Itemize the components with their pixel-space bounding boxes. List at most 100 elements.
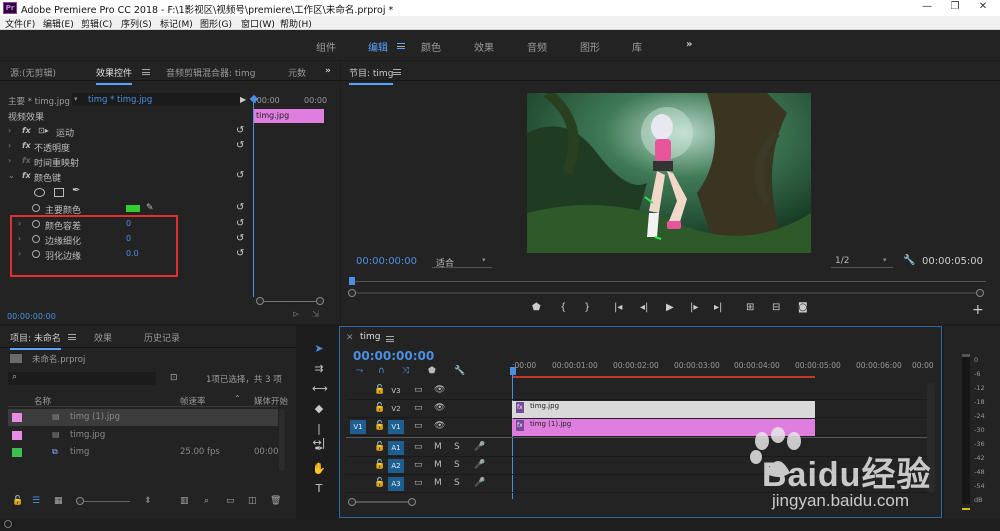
key-color-swatch[interactable] — [126, 205, 140, 212]
zoom-slider-handle-icon[interactable] — [76, 497, 84, 505]
clip-fx-badge-icon[interactable]: fx — [516, 402, 524, 413]
minimize-icon[interactable]: — — [916, 1, 938, 14]
track-name[interactable]: V2 — [388, 402, 404, 416]
stopwatch-icon[interactable] — [32, 204, 40, 212]
track-lock-icon[interactable]: 🔓 — [374, 385, 385, 395]
reset-icon[interactable]: ↺ — [236, 125, 244, 136]
menu-edit[interactable]: 编辑(E) — [43, 17, 74, 30]
collapse-chevron-icon[interactable]: ⌄ — [8, 171, 15, 180]
wrench-icon[interactable]: 🔧 — [903, 255, 915, 266]
extract-icon[interactable]: ⊟ — [772, 302, 780, 313]
track-name[interactable]: A1 — [388, 441, 404, 455]
workspace-effects[interactable]: 效果 — [474, 39, 494, 54]
source-patch[interactable]: V1 — [350, 420, 366, 434]
filter-icon[interactable]: ⊳ — [292, 310, 300, 320]
close-tab-icon[interactable]: ✕ — [346, 333, 354, 343]
scroll-end-handle-icon[interactable] — [316, 297, 324, 305]
effect-motion-row[interactable]: › fx ⊡▸ 运动 ↺ — [0, 124, 250, 139]
project-item[interactable]: ▤ timg (1).jpg — [8, 409, 278, 426]
project-item[interactable]: ▤ timg.jpg — [8, 427, 278, 444]
lock-icon[interactable]: 🔓 — [12, 496, 23, 506]
workspace-overflow-icon[interactable]: » — [686, 39, 692, 50]
sync-lock-icon[interactable]: ▭ — [414, 421, 423, 431]
mute-icon[interactable]: M — [434, 460, 442, 470]
snap-icon[interactable]: ∩ — [378, 366, 385, 376]
find-icon[interactable]: ⌕ — [204, 496, 209, 506]
workspace-color[interactable]: 颜色 — [421, 39, 441, 54]
add-marker-icon[interactable]: ⬟ — [532, 302, 541, 313]
menu-help[interactable]: 帮助(H) — [280, 17, 312, 30]
menu-markers[interactable]: 标记(M) — [160, 17, 193, 30]
razor-tool-icon[interactable]: ◆ — [312, 402, 326, 416]
menu-graphics[interactable]: 图形(G) — [200, 17, 232, 30]
camera-icon[interactable]: ◙ — [798, 302, 808, 313]
program-playhead-icon[interactable] — [349, 277, 355, 285]
track-lock-icon[interactable]: 🔓 — [374, 478, 385, 488]
tab-audio-clip-mixer[interactable]: 音频剪辑混合器: timg — [166, 66, 255, 79]
ellipse-mask-icon[interactable] — [34, 188, 45, 197]
track-name[interactable]: V1 — [388, 420, 404, 434]
ec-scroll[interactable] — [256, 297, 324, 305]
project-scrollbar[interactable] — [279, 409, 285, 471]
timeline-playhead-handle-icon[interactable] — [510, 367, 516, 375]
nest-icon[interactable]: ⤳ — [356, 366, 363, 376]
project-item[interactable]: ⧉ timg 25.00 fps 00:00: — [8, 444, 281, 461]
voiceover-mic-icon[interactable]: 🎤 — [474, 442, 485, 452]
tabs-overflow-icon[interactable]: » — [325, 66, 331, 76]
track-lock-icon[interactable]: 🔓 — [374, 403, 385, 413]
rectangle-mask-icon[interactable] — [54, 188, 64, 197]
reset-icon[interactable]: ↺ — [236, 218, 244, 229]
play-icon[interactable]: ▶ — [666, 302, 674, 313]
track-lock-icon[interactable]: 🔓 — [374, 421, 385, 431]
maximize-icon[interactable]: ❐ — [944, 1, 966, 14]
selection-tool-icon[interactable]: ➤ — [312, 342, 326, 356]
tab-effect-controls[interactable]: 效果控件 — [96, 66, 133, 85]
automate-icon[interactable]: ▥ — [180, 496, 189, 506]
pen-mask-icon[interactable]: ✒ — [72, 185, 80, 196]
track-lock-icon[interactable]: 🔓 — [374, 460, 385, 470]
sync-lock-icon[interactable]: ▭ — [414, 385, 423, 395]
sync-lock-icon[interactable]: ▭ — [414, 403, 423, 413]
tab-metadata[interactable]: 元数 — [288, 66, 306, 79]
menu-file[interactable]: 文件(F) — [5, 17, 35, 30]
fx-icon[interactable]: fx — [22, 141, 31, 150]
zoom-slider[interactable] — [76, 501, 130, 502]
panel-menu-icon[interactable] — [386, 336, 394, 342]
sort-icon[interactable]: ⬍ — [144, 496, 152, 506]
step-back-icon[interactable]: ◂| — [640, 302, 648, 313]
workspace-menu-icon[interactable] — [397, 43, 405, 49]
trash-icon[interactable]: 🗑 — [270, 496, 281, 506]
pen-tool-icon[interactable]: ✒ — [312, 442, 326, 456]
fx-icon[interactable]: fx — [22, 126, 31, 135]
menu-clip[interactable]: 剪辑(C) — [81, 17, 112, 30]
track-row[interactable]: 🔓 V3 ▭ 👁 — [346, 383, 932, 400]
expand-chevron-icon[interactable]: › — [8, 156, 11, 165]
timeline-timecode[interactable]: 00:00:00:00 — [353, 349, 434, 363]
clip-fx-badge-icon[interactable]: fx — [516, 420, 524, 431]
voiceover-mic-icon[interactable]: 🎤 — [474, 478, 485, 488]
toggle-output-eye-icon[interactable]: 👁 — [434, 403, 445, 413]
step-forward-icon[interactable]: |▸ — [690, 302, 698, 313]
workspace-audio[interactable]: 音频 — [527, 39, 547, 54]
program-scrubber[interactable] — [350, 281, 986, 285]
new-bin-icon[interactable]: ▭ — [226, 496, 235, 506]
program-video-frame[interactable] — [527, 93, 811, 253]
program-zoom-scroll[interactable] — [348, 289, 988, 297]
work-area-bar[interactable] — [512, 376, 815, 378]
scroll-end-handle-icon[interactable] — [408, 498, 416, 506]
mark-in-icon[interactable]: { — [560, 302, 566, 313]
solo-icon[interactable]: S — [454, 460, 460, 470]
reset-icon[interactable]: ↺ — [236, 233, 244, 244]
program-monitor-title[interactable]: 节目: timg — [349, 66, 394, 85]
ec-timecode[interactable]: 00:00:00:00 — [7, 312, 56, 321]
new-bin-from-search-icon[interactable]: ⊡ — [170, 373, 178, 383]
menu-window[interactable]: 窗口(W) — [241, 17, 275, 30]
expand-chevron-icon[interactable]: › — [8, 126, 11, 135]
key-color-row[interactable]: 主要颜色 ✎ ↺ — [0, 201, 250, 216]
mute-icon[interactable]: M — [434, 478, 442, 488]
track-name[interactable]: A2 — [388, 459, 404, 473]
reset-icon[interactable]: ↺ — [236, 170, 244, 181]
reset-icon[interactable]: ↺ — [236, 202, 244, 213]
export-icon[interactable]: ⇲ — [312, 310, 320, 320]
track-lock-icon[interactable]: 🔓 — [374, 442, 385, 452]
